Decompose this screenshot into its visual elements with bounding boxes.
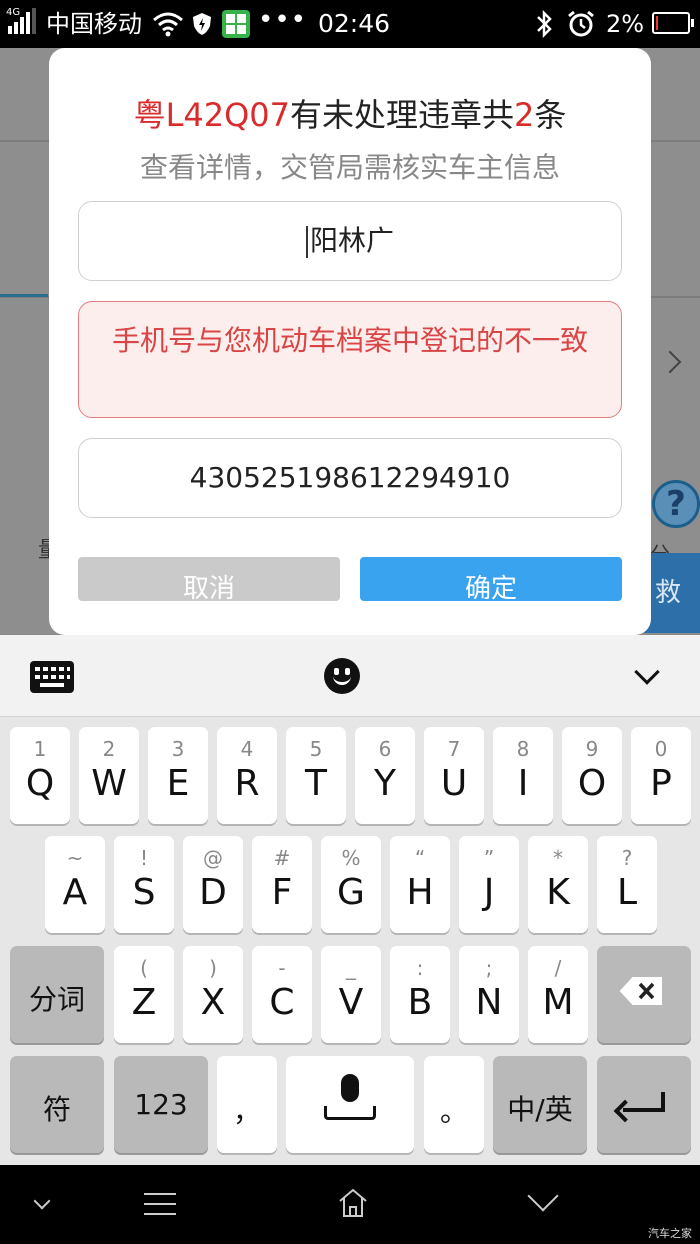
microphone-icon [341, 1074, 359, 1102]
key-n[interactable]: ; N [459, 946, 519, 1043]
enter-key[interactable] [597, 1056, 691, 1153]
soft-keyboard: 1Q 2W 3E 4R 5T 6Y 7U 8I 9O 0P ~ A ! S @ D #… [0, 635, 700, 1165]
title-mid: 有未处理违章共 [290, 96, 515, 134]
key-c[interactable]: -C [252, 946, 312, 1043]
backspace-icon [619, 977, 662, 1005]
help-icon[interactable]: ? [652, 480, 700, 528]
status-bar: 4G 中国移动 ••• 02:46 2% [0, 0, 700, 48]
keyboard-toolbar [0, 635, 700, 717]
comma-key[interactable]: ， [217, 1056, 277, 1153]
key-m[interactable]: / M [528, 946, 588, 1043]
id-number-value: 430525198612294910 [189, 461, 511, 494]
key-o[interactable]: 9O [562, 727, 622, 824]
key-b[interactable]: :B [390, 946, 450, 1043]
key-p[interactable]: 0P [631, 727, 691, 824]
clock: 02:46 [318, 9, 391, 38]
key-r[interactable]: 4R [217, 727, 277, 824]
chevron-right-icon[interactable] [658, 350, 682, 374]
signal-icon: 4G [6, 8, 40, 38]
dialog-title: 粤L42Q07有未处理违章共2条 [49, 90, 651, 136]
segment-key[interactable]: 分词 [10, 946, 104, 1043]
watermark: 汽车之家 [648, 1227, 692, 1240]
owner-name-value: 阳林广 [309, 224, 394, 257]
id-number-field[interactable]: 430525198612294910 [78, 438, 622, 518]
key-f[interactable]: # F [252, 836, 312, 933]
battery-percent: 2% [606, 10, 645, 38]
shield-icon [193, 13, 211, 35]
active-tab-indicator [0, 294, 48, 297]
violation-count: 2 [514, 96, 535, 134]
key-a[interactable]: ~ A [45, 836, 105, 933]
key-w[interactable]: 2W [79, 727, 139, 824]
key-x[interactable]: ) X [183, 946, 243, 1043]
text-cursor [305, 226, 308, 258]
key-z[interactable]: (Z [114, 946, 174, 1043]
violation-verify-dialog: 粤L42Q07有未处理违章共2条 查看详情，交管局需核实车主信息 阳林广 手机号… [49, 48, 651, 635]
period-key[interactable]: 。 [424, 1056, 484, 1153]
key-u[interactable]: 7U [424, 727, 484, 824]
key-s[interactable]: ! S [114, 836, 174, 933]
hide-icon[interactable] [33, 1192, 51, 1210]
menu-icon[interactable] [144, 1193, 176, 1215]
error-message: 手机号与您机动车档案中登记的不一致 [78, 301, 622, 418]
owner-name-field[interactable]: 阳林广 [78, 201, 622, 281]
key-y[interactable]: 6Y [355, 727, 415, 824]
bluetooth-icon [537, 10, 552, 38]
symbol-key[interactable]: 符 [10, 1056, 104, 1153]
keyboard-icon[interactable] [30, 661, 74, 693]
more-notifications-icon: ••• [258, 5, 308, 35]
network-type: 4G [6, 7, 21, 18]
voice-space-key[interactable] [286, 1056, 414, 1153]
key-k[interactable]: * K [528, 836, 588, 933]
key-i[interactable]: 8I [493, 727, 553, 824]
plate-number: 粤L42Q07 [133, 96, 291, 134]
key-e[interactable]: 3E [148, 727, 208, 824]
alarm-icon [568, 10, 594, 37]
home-icon[interactable] [338, 1187, 368, 1219]
key-q[interactable]: 1Q [10, 727, 70, 824]
confirm-button[interactable]: 确定 [360, 557, 622, 601]
numbers-key[interactable]: 123 [114, 1056, 208, 1153]
language-toggle-key[interactable]: 中/英 [493, 1056, 587, 1153]
dialog-subtitle: 查看详情，交管局需核实车主信息 [139, 151, 560, 184]
key-j[interactable]: ” J [459, 836, 519, 933]
backspace-key[interactable] [597, 946, 691, 1043]
key-v[interactable]: _ V [321, 946, 381, 1043]
battery-icon [652, 12, 694, 34]
enter-icon [623, 1092, 665, 1112]
back-icon[interactable] [527, 1180, 559, 1212]
navigation-bar: 汽车之家 [0, 1165, 700, 1244]
wifi-icon [153, 12, 183, 37]
key-d[interactable]: @ D [183, 836, 243, 933]
cancel-button[interactable]: 取消 [78, 557, 340, 601]
key-g[interactable]: % G [321, 836, 381, 933]
title-tail: 条 [534, 96, 567, 134]
key-l[interactable]: ? L [597, 836, 657, 933]
app-notification-icon [222, 10, 250, 38]
carrier-name: 中国移动 [46, 10, 142, 38]
key-h[interactable]: “H [390, 836, 450, 933]
collapse-keyboard-icon[interactable] [634, 659, 660, 685]
emoji-icon[interactable] [324, 658, 360, 694]
key-t[interactable]: 5T [286, 727, 346, 824]
space-icon [324, 1106, 376, 1120]
